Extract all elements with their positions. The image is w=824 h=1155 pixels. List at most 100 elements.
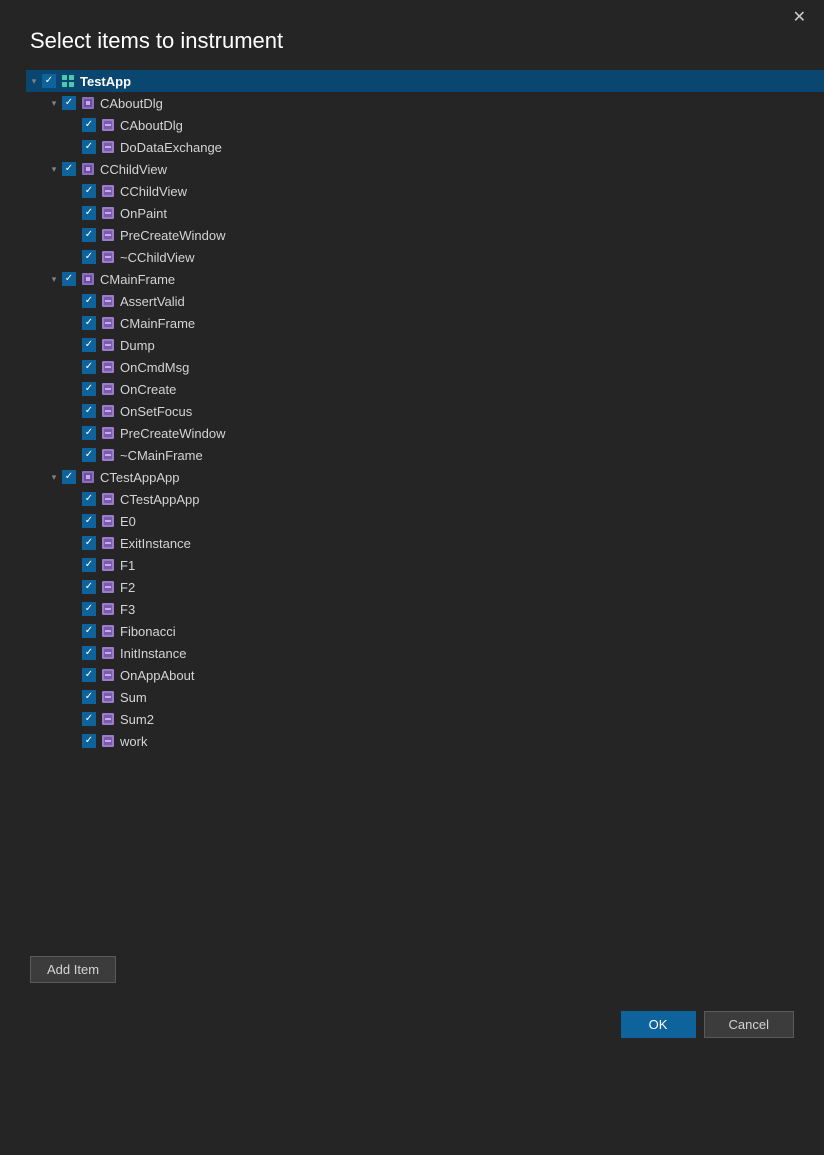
- tree-method-cchildview-ctor[interactable]: ▾ CChildView: [26, 180, 824, 202]
- tree-method-fibonacci[interactable]: ▾ Fibonacci: [26, 620, 824, 642]
- tree-method-oncreate[interactable]: ▾ OnCreate: [26, 378, 824, 400]
- checkbox-dodataexchange[interactable]: [82, 140, 96, 154]
- checkbox-onappabout[interactable]: [82, 668, 96, 682]
- checkbox-exitinstance[interactable]: [82, 536, 96, 550]
- tree-method-oncmdmsg[interactable]: ▾ OnCmdMsg: [26, 356, 824, 378]
- checkbox-ctestappapp[interactable]: [62, 470, 76, 484]
- label-onsetfocus: OnSetFocus: [120, 404, 192, 419]
- label-caboutdlg-ctor: CAboutDlg: [120, 118, 183, 133]
- tree-class-caboutdlg[interactable]: ▾ CAboutDlg: [26, 92, 824, 114]
- checkbox-fibonacci[interactable]: [82, 624, 96, 638]
- checkbox-oncmdmsg[interactable]: [82, 360, 96, 374]
- tree-method-f2[interactable]: ▾ F2: [26, 576, 824, 598]
- tree-class-ctestappapp[interactable]: ▾ CTestAppApp: [26, 466, 824, 488]
- checkbox-caboutdlg[interactable]: [62, 96, 76, 110]
- add-item-button[interactable]: Add Item: [30, 956, 116, 983]
- tree-method-initinstance[interactable]: ▾ InitInstance: [26, 642, 824, 664]
- checkbox-cmainframe-ctor[interactable]: [82, 316, 96, 330]
- tree-method-dump[interactable]: ▾ Dump: [26, 334, 824, 356]
- label-sum: Sum: [120, 690, 147, 705]
- checkbox-ctestappapp-ctor[interactable]: [82, 492, 96, 506]
- expander-root[interactable]: ▾: [26, 73, 42, 89]
- label-precreatewindow2: PreCreateWindow: [120, 426, 226, 441]
- dialog-title: Select items to instrument: [0, 28, 824, 70]
- checkbox-root[interactable]: [42, 74, 56, 88]
- checkbox-f1[interactable]: [82, 558, 96, 572]
- tree-method-onpaint[interactable]: ▾ OnPaint: [26, 202, 824, 224]
- checkbox-f2[interactable]: [82, 580, 96, 594]
- class-icon-cchildview: [80, 161, 96, 177]
- expander-cmainframe[interactable]: ▾: [46, 271, 62, 287]
- label-f3: F3: [120, 602, 135, 617]
- label-sum2: Sum2: [120, 712, 154, 727]
- method-icon-10: [100, 359, 116, 375]
- tree-method-cmainframe-ctor[interactable]: ▾ CMainFrame: [26, 312, 824, 334]
- method-icon-2: [100, 139, 116, 155]
- checkbox-cmainframe[interactable]: [62, 272, 76, 286]
- label-f1: F1: [120, 558, 135, 573]
- label-initinstance: InitInstance: [120, 646, 187, 661]
- checkbox-e0[interactable]: [82, 514, 96, 528]
- checkbox-oncreate[interactable]: [82, 382, 96, 396]
- tree-method-onappabout[interactable]: ▾ OnAppAbout: [26, 664, 824, 686]
- method-icon-19: [100, 579, 116, 595]
- tree-method-dtor-cchildview[interactable]: ▾ ~CChildView: [26, 246, 824, 268]
- expander-ctestappapp[interactable]: ▾: [46, 469, 62, 485]
- checkbox-dump[interactable]: [82, 338, 96, 352]
- checkbox-cchildview-ctor[interactable]: [82, 184, 96, 198]
- checkbox-sum[interactable]: [82, 690, 96, 704]
- checkbox-precreatewindow2[interactable]: [82, 426, 96, 440]
- method-icon-8: [100, 315, 116, 331]
- tree-method-f1[interactable]: ▾ F1: [26, 554, 824, 576]
- checkbox-onpaint[interactable]: [82, 206, 96, 220]
- tree-method-sum[interactable]: ▾ Sum: [26, 686, 824, 708]
- method-icon-12: [100, 403, 116, 419]
- method-icon-3: [100, 183, 116, 199]
- label-cchildview-ctor: CChildView: [120, 184, 187, 199]
- checkbox-onsetfocus[interactable]: [82, 404, 96, 418]
- tree-method-precreatewindow2[interactable]: ▾ PreCreateWindow: [26, 422, 824, 444]
- tree-method-dodataexchange[interactable]: ▾ DoDataExchange: [26, 136, 824, 158]
- method-icon-17: [100, 535, 116, 551]
- close-button[interactable]: ✕: [787, 8, 812, 28]
- tree-method-assertvalid[interactable]: ▾ AssertValid: [26, 290, 824, 312]
- label-dump: Dump: [120, 338, 155, 353]
- tree-class-cchildview[interactable]: ▾ CChildView: [26, 158, 824, 180]
- tree-scroll-area[interactable]: ▾ TestApp ▾ CAboutDlg ▾ CA: [16, 70, 824, 940]
- tree-method-work[interactable]: ▾ work: [26, 730, 824, 752]
- tree-method-f3[interactable]: ▾ F3: [26, 598, 824, 620]
- method-icon-22: [100, 645, 116, 661]
- checkbox-sum2[interactable]: [82, 712, 96, 726]
- tree-method-precreatewindow1[interactable]: ▾ PreCreateWindow: [26, 224, 824, 246]
- checkbox-dtor-cmainframe[interactable]: [82, 448, 96, 462]
- checkbox-work[interactable]: [82, 734, 96, 748]
- label-cmainframe: CMainFrame: [100, 272, 175, 287]
- tree-method-dtor-cmainframe[interactable]: ▾ ~CMainFrame: [26, 444, 824, 466]
- tree-method-ctestappapp-ctor[interactable]: ▾ CTestAppApp: [26, 488, 824, 510]
- tree-class-cmainframe[interactable]: ▾ CMainFrame: [26, 268, 824, 290]
- checkbox-caboutdlg-ctor[interactable]: [82, 118, 96, 132]
- tree-method-exitinstance[interactable]: ▾ ExitInstance: [26, 532, 824, 554]
- expander-caboutdlg[interactable]: ▾: [46, 95, 62, 111]
- tree-method-caboutdlg-ctor[interactable]: ▾ CAboutDlg: [26, 114, 824, 136]
- expander-cchildview[interactable]: ▾: [46, 161, 62, 177]
- method-icon-21: [100, 623, 116, 639]
- ok-button[interactable]: OK: [621, 1011, 696, 1038]
- label-ctestappapp-ctor: CTestAppApp: [120, 492, 200, 507]
- cancel-button[interactable]: Cancel: [704, 1011, 794, 1038]
- label-assertvalid: AssertValid: [120, 294, 185, 309]
- method-icon-5: [100, 227, 116, 243]
- checkbox-assertvalid[interactable]: [82, 294, 96, 308]
- tree-method-sum2[interactable]: ▾ Sum2: [26, 708, 824, 730]
- method-icon-18: [100, 557, 116, 573]
- tree-root[interactable]: ▾ TestApp: [26, 70, 824, 92]
- checkbox-cchildview[interactable]: [62, 162, 76, 176]
- checkbox-initinstance[interactable]: [82, 646, 96, 660]
- tree-method-onsetfocus[interactable]: ▾ OnSetFocus: [26, 400, 824, 422]
- checkbox-f3[interactable]: [82, 602, 96, 616]
- method-icon-9: [100, 337, 116, 353]
- label-cchildview: CChildView: [100, 162, 167, 177]
- tree-method-e0[interactable]: ▾ E0: [26, 510, 824, 532]
- checkbox-precreatewindow1[interactable]: [82, 228, 96, 242]
- checkbox-dtor-cchildview[interactable]: [82, 250, 96, 264]
